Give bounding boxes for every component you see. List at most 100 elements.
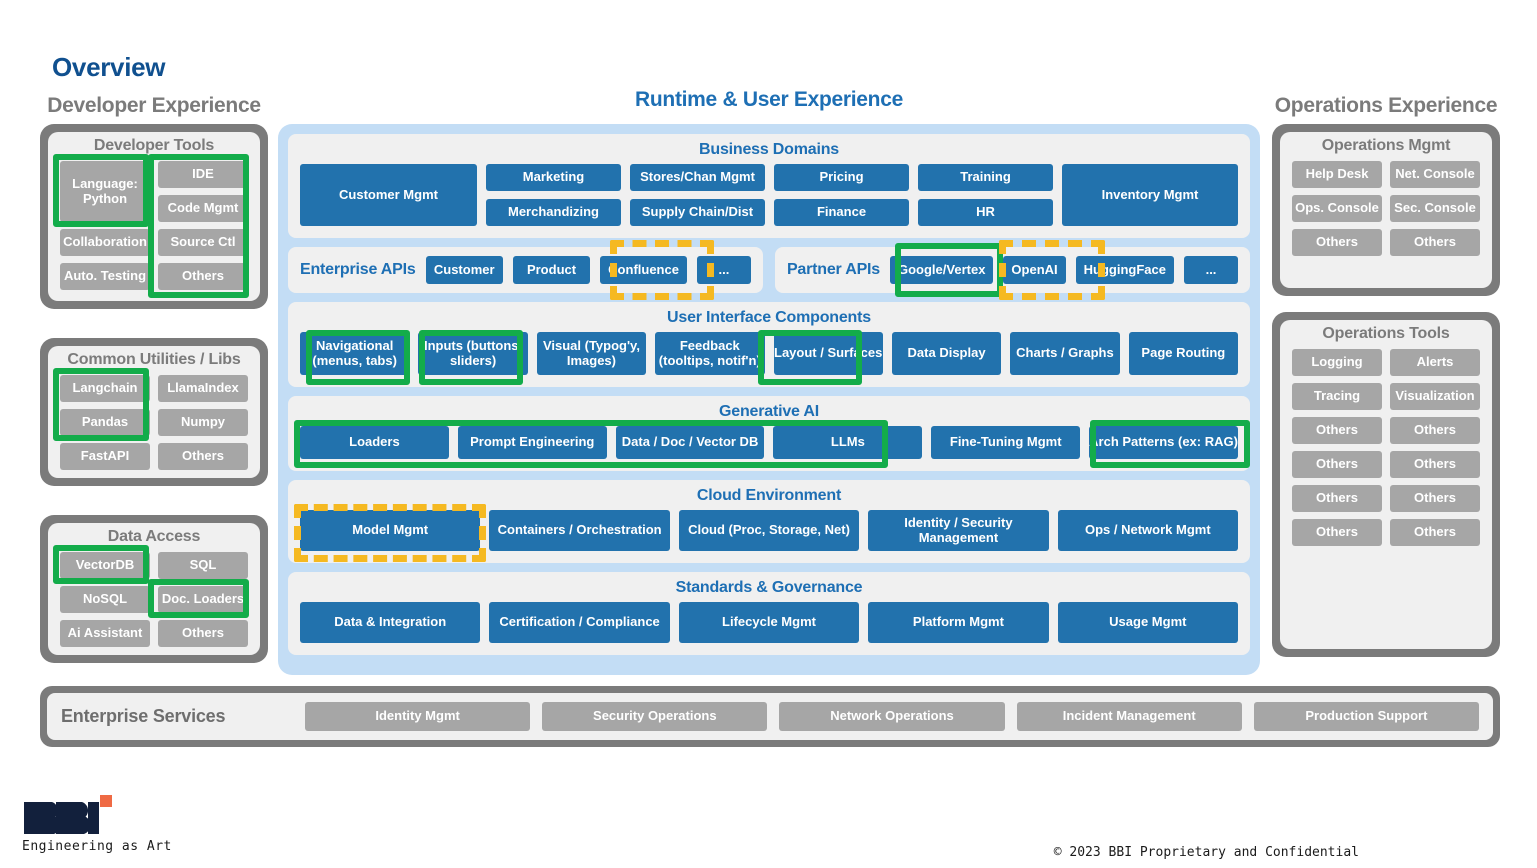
service-identity-mgmt[interactable]: Identity Mgmt — [305, 702, 531, 731]
lib-pandas[interactable]: Pandas — [60, 409, 150, 436]
gov-platform-mgmt[interactable]: Platform Mgmt — [868, 602, 1049, 643]
operations-tools-frame: Operations Tools Logging Alerts Tracing … — [1272, 312, 1500, 657]
ui-data-display[interactable]: Data Display — [891, 332, 1002, 375]
service-network-operations[interactable]: Network Operations — [779, 702, 1005, 731]
opstool-others-4[interactable]: Others — [1390, 451, 1480, 478]
opstool-others-1[interactable]: Others — [1292, 417, 1382, 444]
genai-llms[interactable]: LLMs — [773, 426, 923, 459]
data-vectordb[interactable]: VectorDB — [60, 552, 150, 579]
api-google-vertex[interactable]: Google/Vertex — [890, 256, 994, 284]
ui-layout-surfaces[interactable]: Layout / Surfaces — [773, 332, 883, 375]
tool-source-ctl[interactable]: Source Ctl — [158, 229, 248, 256]
api-partner-more[interactable]: ... — [1184, 256, 1238, 284]
service-security-operations[interactable]: Security Operations — [542, 702, 768, 731]
data-ai-assistant[interactable]: Ai Assistant — [60, 620, 150, 647]
genai-fine-tuning-mgmt[interactable]: Fine-Tuning Mgmt — [931, 426, 1081, 459]
api-customer[interactable]: Customer — [425, 256, 503, 284]
ops-ops-console[interactable]: Ops. Console — [1292, 195, 1382, 222]
api-product[interactable]: Product — [512, 256, 591, 284]
operations-mgmt-title: Operations Mgmt — [1321, 137, 1451, 154]
domain-training[interactable]: Training — [918, 164, 1053, 191]
apis-row: Enterprise APIs Customer Product Conflue… — [288, 240, 1250, 300]
domain-stores-chan-mgmt[interactable]: Stores/Chan Mgmt — [630, 164, 765, 191]
opstool-others-7[interactable]: Others — [1292, 519, 1382, 546]
data-nosql[interactable]: NoSQL — [60, 586, 150, 613]
opstool-others-3[interactable]: Others — [1292, 451, 1382, 478]
enterprise-services-label: Enterprise Services — [61, 706, 226, 726]
gov-usage-mgmt[interactable]: Usage Mgmt — [1057, 602, 1239, 643]
ops-help-desk[interactable]: Help Desk — [1292, 161, 1382, 188]
cloud-proc-storage-net[interactable]: Cloud (Proc, Storage, Net) — [678, 510, 860, 551]
data-access-panel: Data Access VectorDB SQL NoSQL Doc. Load… — [48, 523, 260, 655]
bbi-logo-icon — [24, 795, 112, 834]
domain-finance[interactable]: Finance — [774, 199, 909, 226]
ui-feedback[interactable]: Feedback (tooltips, notif'n) — [655, 332, 765, 375]
tool-collaboration[interactable]: Collaboration — [60, 229, 150, 256]
tool-language-python[interactable]: Language: Python — [60, 161, 150, 222]
lib-fastapi[interactable]: FastAPI — [60, 443, 150, 470]
cloud-environment-title: Cloud Environment — [696, 487, 842, 504]
domain-supply-chain-dist[interactable]: Supply Chain/Dist — [630, 199, 765, 226]
domain-marketing[interactable]: Marketing — [486, 164, 621, 191]
api-openai[interactable]: OpenAI — [1003, 256, 1066, 284]
lib-numpy[interactable]: Numpy — [158, 409, 248, 436]
runtime-frame: Business Domains Customer Mgmt Marketing… — [278, 124, 1260, 675]
ops-others-2[interactable]: Others — [1390, 229, 1480, 256]
tool-others[interactable]: Others — [158, 263, 248, 290]
tool-ide[interactable]: IDE — [158, 161, 248, 188]
enterprise-services-bar: Enterprise Services Identity Mgmt Securi… — [40, 686, 1500, 747]
tool-code-mgmt[interactable]: Code Mgmt — [158, 195, 248, 222]
ui-navigational[interactable]: Navigational (menus, tabs) — [300, 332, 410, 375]
ops-sec-console[interactable]: Sec. Console — [1390, 195, 1480, 222]
api-enterprise-more[interactable]: ... — [696, 256, 751, 284]
partner-apis-section: Partner APIs Google/Vertex OpenAI Huggin… — [774, 247, 1250, 293]
opstool-others-8[interactable]: Others — [1390, 519, 1480, 546]
service-production-support[interactable]: Production Support — [1253, 702, 1480, 731]
data-others[interactable]: Others — [158, 620, 248, 647]
domain-pricing[interactable]: Pricing — [774, 164, 909, 191]
opstool-others-5[interactable]: Others — [1292, 485, 1382, 512]
genai-data-doc-vector-db[interactable]: Data / Doc / Vector DB — [615, 426, 765, 459]
api-huggingface[interactable]: HuggingFace — [1075, 256, 1174, 284]
ui-page-routing[interactable]: Page Routing — [1128, 332, 1238, 375]
ui-inputs[interactable]: Inputs (buttons, sliders) — [418, 332, 528, 375]
opstool-visualization[interactable]: Visualization — [1390, 383, 1480, 410]
opstool-alerts[interactable]: Alerts — [1390, 349, 1480, 376]
developer-experience-heading: Developer Experience — [47, 94, 261, 117]
cloud-model-mgmt[interactable]: Model Mgmt — [300, 510, 481, 551]
tool-auto-testing[interactable]: Auto. Testing — [60, 263, 150, 290]
lib-llamaindex[interactable]: LlamaIndex — [158, 375, 248, 402]
partner-apis-label: Partner APIs — [786, 261, 880, 278]
cloud-ops-network-mgmt[interactable]: Ops / Network Mgmt — [1057, 510, 1239, 551]
domain-merchandizing[interactable]: Merchandizing — [486, 199, 621, 226]
opstool-logging[interactable]: Logging — [1292, 349, 1382, 376]
genai-prompt-engineering[interactable]: Prompt Engineering — [457, 426, 607, 459]
brand-tagline: Engineering as Art — [22, 839, 172, 854]
cloud-containers-orchestration[interactable]: Containers / Orchestration — [489, 510, 670, 551]
cloud-identity-security-management[interactable]: Identity / Security Management — [868, 510, 1049, 551]
opstool-others-2[interactable]: Others — [1390, 417, 1480, 444]
opstool-others-6[interactable]: Others — [1390, 485, 1480, 512]
data-sql[interactable]: SQL — [158, 552, 248, 579]
domain-hr[interactable]: HR — [918, 199, 1053, 226]
standards-governance-section: Standards & Governance Data & Integratio… — [288, 572, 1250, 655]
gov-lifecycle-mgmt[interactable]: Lifecycle Mgmt — [678, 602, 860, 643]
genai-loaders[interactable]: Loaders — [300, 426, 449, 459]
api-confluence[interactable]: Confluence — [600, 256, 687, 284]
gov-certification-compliance[interactable]: Certification / Compliance — [489, 602, 670, 643]
opstool-tracing[interactable]: Tracing — [1292, 383, 1382, 410]
genai-arch-patterns[interactable]: Arch Patterns (ex: RAG) — [1089, 426, 1238, 459]
lib-langchain[interactable]: Langchain — [60, 375, 150, 402]
ui-visual[interactable]: Visual (Typog'y, Images) — [536, 332, 647, 375]
service-incident-management[interactable]: Incident Management — [1016, 702, 1242, 731]
brand-footer: Engineering as Art — [22, 794, 172, 854]
common-utilities-panel: Common Utilities / Libs Langchain LlamaI… — [48, 346, 260, 478]
ui-charts-graphs[interactable]: Charts / Graphs — [1010, 332, 1120, 375]
gov-data-integration[interactable]: Data & Integration — [300, 602, 481, 643]
domain-customer-mgmt[interactable]: Customer Mgmt — [300, 164, 477, 226]
lib-others[interactable]: Others — [158, 443, 248, 470]
ops-net-console[interactable]: Net. Console — [1390, 161, 1480, 188]
domain-inventory-mgmt[interactable]: Inventory Mgmt — [1062, 164, 1238, 226]
data-doc-loaders[interactable]: Doc. Loaders — [158, 586, 248, 613]
ops-others-1[interactable]: Others — [1292, 229, 1382, 256]
